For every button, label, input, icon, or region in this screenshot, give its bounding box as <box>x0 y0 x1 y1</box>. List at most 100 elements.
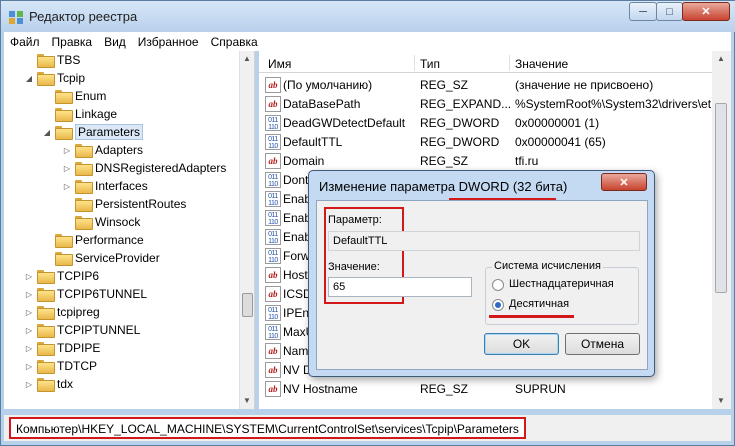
collapse-arrow-icon[interactable]: ◢ <box>24 74 34 83</box>
scroll-thumb[interactable] <box>715 103 727 293</box>
value-name: Domain <box>283 154 325 168</box>
hex-radio-label[interactable]: Шестнадцатеричная <box>509 278 614 290</box>
expand-arrow-icon[interactable]: ▷ <box>62 164 72 173</box>
tree-node-label: Performance <box>75 233 144 247</box>
expand-arrow-icon[interactable]: ▷ <box>62 182 72 191</box>
values-scrollbar[interactable]: ▲ ▼ <box>712 51 731 409</box>
status-path: Компьютер\HKEY_LOCAL_MACHINE\SYSTEM\Curr… <box>9 417 526 439</box>
base-group: Система исчисления Шестнадцатеричная Дес… <box>485 260 639 325</box>
value-row[interactable]: 011 110 DefaultTTL REG_DWORD 0x00000041 (65… <box>259 133 731 152</box>
binary-value-icon: 011 110 <box>265 305 281 321</box>
value-type: REG_SZ <box>420 154 469 168</box>
tree-node[interactable]: ServiceProvider <box>42 249 160 267</box>
menu-favorites[interactable]: Избранное <box>132 35 205 49</box>
folder-icon <box>37 360 55 374</box>
expand-arrow-icon[interactable]: ▷ <box>24 308 34 317</box>
value-name: Dont <box>283 173 309 187</box>
menu-edit[interactable]: Правка <box>46 35 99 49</box>
tree-node[interactable]: ▷ tdx <box>24 375 73 393</box>
folder-icon <box>37 270 55 284</box>
cancel-button[interactable]: Отмена <box>565 333 640 355</box>
col-header-type[interactable]: Тип <box>420 57 440 71</box>
maximize-button[interactable]: □ <box>656 2 683 21</box>
dialog-title-text: Изменение параметра DWORD (32 бита) <box>319 179 568 194</box>
tree-node[interactable]: Enum <box>42 87 106 105</box>
registry-tree[interactable]: TBS ◢ Tcpip Enum Linkage ◢ Parameters ▷ Adapters… <box>4 51 255 409</box>
tree-node[interactable]: ▷ TDTCP <box>24 357 97 375</box>
collapse-arrow-icon[interactable]: ◢ <box>42 128 52 137</box>
folder-icon <box>37 378 55 392</box>
title-bar[interactable]: Редактор реестра ─ □ ✕ <box>1 1 735 32</box>
value-name: Enab <box>283 211 312 225</box>
value-value: %SystemRoot%\System32\drivers\et <box>515 97 712 111</box>
col-header-name[interactable]: Имя <box>268 57 291 71</box>
folder-icon <box>55 126 73 140</box>
tree-node[interactable]: TBS <box>24 51 80 69</box>
ok-button[interactable]: OK <box>484 333 559 355</box>
string-value-icon: ab <box>265 381 281 397</box>
tree-node[interactable]: ▷ Adapters <box>62 141 143 159</box>
expand-arrow-icon[interactable]: ▷ <box>24 326 34 335</box>
minimize-button[interactable]: ─ <box>629 2 657 21</box>
value-name: Enab <box>283 230 312 244</box>
tree-node[interactable]: ◢ Parameters <box>42 123 144 141</box>
tree-node[interactable]: Performance <box>42 231 144 249</box>
hex-radio[interactable] <box>492 279 504 291</box>
tree-node[interactable]: Linkage <box>42 105 117 123</box>
tree-node[interactable]: PersistentRoutes <box>62 195 186 213</box>
expand-arrow-icon[interactable]: ▷ <box>24 290 34 299</box>
value-name: DefaultTTL <box>283 135 343 149</box>
value-row[interactable]: ab DataBasePath REG_EXPAND... %SystemRoot%\… <box>259 95 731 114</box>
menu-file[interactable]: Файл <box>4 35 46 49</box>
scroll-down-icon[interactable]: ▼ <box>717 396 725 405</box>
folder-icon <box>55 234 73 248</box>
value-name: Forw <box>283 249 310 263</box>
tree-node[interactable]: ▷ TDPIPE <box>24 339 100 357</box>
value-row[interactable]: ab Domain REG_SZ tfi.ru <box>259 152 731 171</box>
expand-arrow-icon[interactable]: ▷ <box>24 272 34 281</box>
tree-node[interactable]: ◢ Tcpip <box>24 69 85 87</box>
expand-arrow-icon[interactable]: ▷ <box>24 362 34 371</box>
folder-icon <box>37 72 55 86</box>
value-type: REG_SZ <box>420 382 469 396</box>
menu-view[interactable]: Вид <box>98 35 132 49</box>
folder-icon <box>75 144 93 158</box>
col-header-value[interactable]: Значение <box>515 57 568 71</box>
tree-node[interactable]: ▷ Interfaces <box>62 177 148 195</box>
dialog-title[interactable]: Изменение параметра DWORD (32 бита) <box>319 179 568 201</box>
close-button[interactable]: ✕ <box>682 2 730 21</box>
value-value: SUPRUN <box>515 382 566 396</box>
value-value: 0x00000041 (65) <box>515 135 606 149</box>
value-row[interactable]: ab NV Hostname REG_SZ SUPRUN <box>259 380 731 399</box>
param-name-field: DefaultTTL <box>328 231 640 251</box>
scroll-up-icon[interactable]: ▲ <box>243 54 251 63</box>
folder-icon <box>37 324 55 338</box>
value-row[interactable]: ab (По умолчанию) REG_SZ (значение не присв… <box>259 76 731 95</box>
binary-value-icon: 011 110 <box>265 134 281 150</box>
tree-node[interactable]: ▷ TCPIP6 <box>24 267 99 285</box>
value-input[interactable]: 65 <box>328 277 472 297</box>
tree-node-label: TCPIP6 <box>57 269 100 283</box>
expand-arrow-icon[interactable]: ▷ <box>24 344 34 353</box>
scroll-up-icon[interactable]: ▲ <box>717 54 725 63</box>
tree-node[interactable]: ▷ TCPIPTUNNEL <box>24 321 140 339</box>
tree-node-label: PersistentRoutes <box>95 197 187 211</box>
value-name: NV Hostname <box>283 382 358 396</box>
tree-node-label: ServiceProvider <box>75 251 160 265</box>
scroll-down-icon[interactable]: ▼ <box>243 396 251 405</box>
tree-node[interactable]: ▷ TCPIP6TUNNEL <box>24 285 147 303</box>
tree-node[interactable]: ▷ tcpipreg <box>24 303 100 321</box>
registry-editor-window: Редактор реестра ─ □ ✕ Файл Правка Вид И… <box>0 0 735 446</box>
tree-node-label: tdx <box>57 377 74 391</box>
dialog-close-button[interactable]: ✕ <box>601 173 647 191</box>
tree-scrollbar[interactable]: ▲ ▼ <box>239 51 254 409</box>
dec-radio[interactable] <box>492 299 504 311</box>
tree-node[interactable]: ▷ DNSRegisteredAdapters <box>62 159 226 177</box>
dec-radio-label[interactable]: Десятичная <box>509 298 569 310</box>
tree-node[interactable]: Winsock <box>62 213 140 231</box>
expand-arrow-icon[interactable]: ▷ <box>62 146 72 155</box>
menu-help[interactable]: Справка <box>205 35 264 49</box>
scroll-thumb[interactable] <box>242 293 253 317</box>
value-row[interactable]: 011 110 DeadGWDetectDefault REG_DWORD 0x000… <box>259 114 731 133</box>
expand-arrow-icon[interactable]: ▷ <box>24 380 34 389</box>
